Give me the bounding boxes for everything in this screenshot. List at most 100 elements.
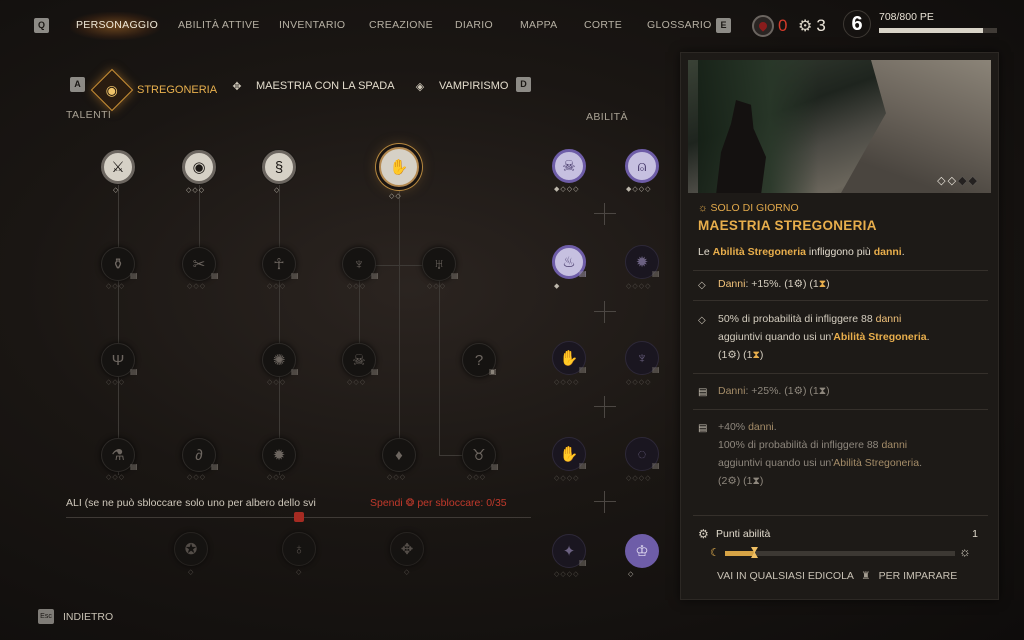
gear-icon: ⚙ (798, 18, 813, 35)
talent-rank-dots: ◇◇◇ (267, 379, 287, 386)
tree-tab-label: MAESTRIA CON LA SPADA (256, 80, 395, 92)
tab-diario[interactable]: DIARIO (455, 19, 493, 31)
key-hint-q: Q (34, 18, 49, 33)
key-hint-e: E (716, 18, 731, 33)
tree-tab-label: STREGONERIA (137, 84, 218, 96)
rank-diamond: ◇ (947, 175, 959, 187)
question-mark-icon: ? (474, 351, 484, 369)
moon-icon: ☾ (710, 547, 720, 559)
ultimate-node-locked[interactable]: ✥ (390, 532, 424, 566)
talent-rank-dots: ◇◇◇ (267, 474, 287, 481)
tab-mappa[interactable]: MAPPA (520, 19, 557, 31)
blood-counter: 0 (752, 8, 787, 44)
eye-icon: ◉ (192, 159, 206, 176)
rune-icon: ✪ (184, 541, 198, 558)
book-icon: ▤ (579, 365, 587, 374)
skull-spell-icon: ☠ (562, 158, 576, 175)
sun-icon: ☼ (959, 544, 971, 559)
separator (693, 515, 988, 516)
talent-rank-dots: ◇ (404, 569, 411, 576)
palm-spell-icon: ✋ (559, 446, 579, 463)
key-hint-a: A (70, 77, 85, 92)
talent-node-locked[interactable]: ♦ (382, 438, 416, 472)
tree-connector (399, 190, 400, 460)
tomb-spell-icon: ⍝ (637, 157, 647, 175)
abilities-heading: ABILITÀ (586, 111, 628, 123)
book-icon: ▤ (652, 365, 660, 374)
rank-effect-1: ◇ Danni: +15%. (1⚙) (1⧗) (698, 278, 830, 291)
spend-prefix: Spendi (370, 497, 403, 509)
tab-creazione[interactable]: CREAZIONE (369, 19, 433, 31)
shrine-icon: ♜ (861, 570, 871, 582)
back-button[interactable]: INDIETRO (63, 611, 113, 623)
book-icon: ▤ (579, 558, 587, 567)
talent-rank-dots: ◇◇◇ (347, 379, 367, 386)
rank-effect-2: ◇ 50% di probabilità di infliggere 88 da… (698, 313, 930, 361)
serpent-icon: ∂ (195, 446, 203, 464)
ability-node-skull[interactable]: ☠ (552, 149, 586, 183)
ultimate-node-locked[interactable]: ✪ (174, 532, 208, 566)
tree-tab-stregoneria[interactable]: ◉ STREGONERIA (90, 68, 218, 112)
ultimate-node-locked[interactable]: ♁ (282, 532, 316, 566)
talent-rank-dots: ◇◇◇ (187, 474, 207, 481)
top-navigation-bar: Q PERSONAGGIO ABILITÀ ATTIVE INVENTARIO … (0, 0, 1024, 50)
rank-diamond: ◆ (958, 175, 969, 187)
tree-tab-vampirismo[interactable]: ◈ VAMPIRISMO (409, 75, 509, 97)
book-icon: ▤ (130, 271, 138, 280)
talent-rank-dots: ◇◇◇ (187, 283, 207, 290)
ankh-icon: ☥ (273, 256, 285, 273)
ability-node-dancer[interactable]: ♔ (625, 534, 659, 568)
flame-spell-icon: ♨ (562, 254, 576, 271)
talent-node-crossed-weapons[interactable]: ⚔ (101, 150, 135, 184)
gear-icon: ⚙ (793, 385, 804, 397)
wings-spell-icon: ♆ (636, 349, 648, 367)
hourglass-icon: ⧗ (752, 349, 760, 361)
talent-rank-dots: ◇◇◇ (347, 283, 367, 290)
skill-points-label: Punti abilità (716, 528, 771, 540)
vortex-icon: ✹ (272, 447, 286, 464)
talent-rank-dots: ◇◇◇ (186, 187, 206, 194)
ability-rank-dots: ◇◇◇◇ (626, 283, 652, 290)
book-icon: ▤ (130, 367, 138, 376)
trident-icon: Ψ (111, 351, 125, 369)
talent-rank-dots: ◇◇◇ (467, 474, 487, 481)
book-icon: ▤ (698, 423, 708, 434)
sun-icon: ☼ (698, 202, 711, 214)
ability-node-tomb[interactable]: ⍝ (625, 149, 659, 183)
tree-tab-label: VAMPIRISMO (439, 80, 509, 92)
ability-rank-dots: ◇◇◇◇ (626, 379, 652, 386)
talent-rank-dots: ◇ (188, 569, 195, 576)
book-icon: ▤ (579, 461, 587, 470)
tab-personaggio[interactable]: PERSONAGGIO (76, 19, 158, 31)
learn-prefix: VAI IN QUALSIASI EDICOLA (717, 570, 854, 582)
skill-points-counter: ⚙ 3 (798, 8, 826, 44)
tab-inventario[interactable]: INVENTARIO (279, 19, 345, 31)
skill-points-value: 1 (972, 528, 978, 540)
tab-glossario[interactable]: GLOSSARIO (647, 19, 712, 31)
ability-rank-dots: ◇◇◇◇ (554, 475, 580, 482)
flask-icon: ⚗ (111, 447, 125, 464)
separator (693, 409, 988, 410)
talent-rank-dots: ◇◇◇ (106, 379, 126, 386)
tree-connector (439, 265, 440, 455)
tab-abilita-attive[interactable]: ABILITÀ ATTIVE (178, 19, 260, 31)
talent-rank-dots: ◇ (274, 187, 281, 194)
tab-corte[interactable]: CORTE (584, 19, 622, 31)
talent-rank-dots: ◇◇◇ (267, 283, 287, 290)
talent-node-eye[interactable]: ◉ (182, 150, 216, 184)
talent-node-hand-selected[interactable]: ✋ (379, 147, 419, 187)
talent-node-locked[interactable]: ✹ (262, 438, 296, 472)
ability-rank-dots: ◆◇◇◇ (554, 186, 580, 193)
book-icon: ▤ (652, 461, 660, 470)
dragon-icon: ✥ (400, 541, 414, 558)
gear-icon: ⚙ (793, 278, 804, 290)
claw-icon: ✺ (272, 352, 286, 369)
gear-icon: ⚙ (727, 349, 737, 361)
talent-node-spiral[interactable]: § (262, 150, 296, 184)
rank-diamonds: ◇◇◆◆ (937, 174, 979, 187)
tree-tab-spada[interactable]: ✥ MAESTRIA CON LA SPADA (226, 75, 395, 97)
skull-icon: ☠ (352, 352, 366, 369)
book-icon: ▤ (291, 271, 299, 280)
rank-diamond: ◆ (968, 175, 979, 187)
gear-icon: ⚙ (727, 475, 737, 487)
